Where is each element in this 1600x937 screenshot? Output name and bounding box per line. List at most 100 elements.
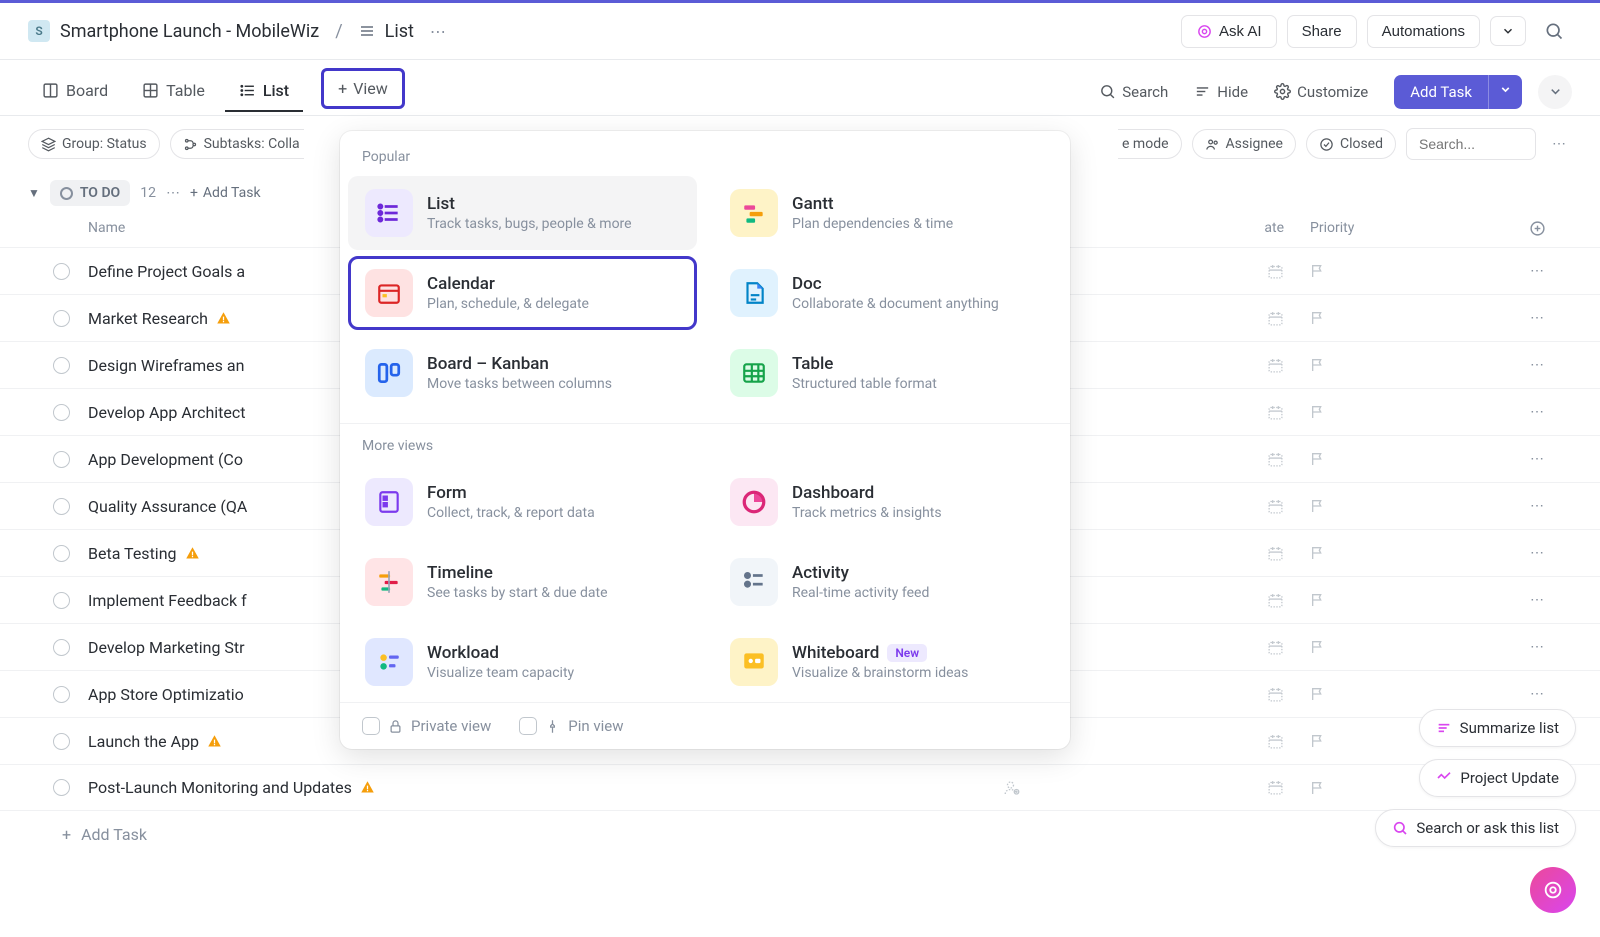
search-ask-button[interactable]: Search or ask this list [1375,809,1576,847]
task-priority-placeholder[interactable] [1302,310,1502,326]
global-search-button[interactable] [1536,13,1572,49]
task-status-circle[interactable] [53,404,70,421]
task-priority-placeholder[interactable] [1302,263,1502,279]
customize-action[interactable]: Customize [1264,77,1378,107]
view-option-activity[interactable]: Activity Real-time activity feed [713,545,1062,619]
task-date-placeholder[interactable] [1072,404,1302,421]
view-option-table[interactable]: Table Structured table format [713,336,1062,410]
task-assignee-placeholder[interactable] [952,779,1072,797]
view-option-list[interactable]: List Track tasks, bugs, people & more [348,176,697,250]
filter-closed[interactable]: Closed [1306,129,1396,159]
task-more-icon[interactable]: ⋯ [1502,263,1572,279]
task-more-icon[interactable]: ⋯ [1502,498,1572,514]
task-status-circle[interactable] [53,310,70,327]
task-name[interactable]: Post-Launch Monitoring and Updates [88,778,952,797]
add-task-dropdown[interactable] [1488,75,1522,109]
task-status-circle[interactable] [53,263,70,280]
breadcrumb-current-view[interactable]: List [385,21,414,42]
task-date-placeholder[interactable] [1072,357,1302,374]
automations-button[interactable]: Automations [1367,15,1480,48]
breadcrumb-more-icon[interactable]: ⋯ [424,18,452,45]
view-option-desc: Structured table format [792,376,937,392]
project-update-button[interactable]: Project Update [1419,759,1576,797]
breadcrumb-project[interactable]: Smartphone Launch - MobileWiz [60,21,319,42]
task-more-icon[interactable]: ⋯ [1502,357,1572,373]
view-option-workload[interactable]: Workload Visualize team capacity [348,625,697,699]
task-date-placeholder[interactable] [1072,310,1302,327]
task-date-placeholder[interactable] [1072,263,1302,280]
add-task-button[interactable]: Add Task [1394,75,1488,109]
task-status-circle[interactable] [53,733,70,750]
task-priority-placeholder[interactable] [1302,639,1502,655]
task-status-circle[interactable] [53,545,70,562]
view-tab-table[interactable]: Table [128,71,219,112]
collapse-caret-icon[interactable]: ▼ [28,186,40,200]
task-more-icon[interactable]: ⋯ [1502,404,1572,420]
status-more-icon[interactable]: ⋯ [166,185,180,201]
filter-more-icon[interactable]: ⋯ [1546,132,1572,156]
ai-assistant-orb[interactable] [1530,867,1576,913]
task-date-placeholder[interactable] [1072,733,1302,750]
task-more-icon[interactable]: ⋯ [1502,310,1572,326]
view-option-gantt[interactable]: Gantt Plan dependencies & time [713,176,1062,250]
task-date-placeholder[interactable] [1072,545,1302,562]
view-option-board-kanban[interactable]: Board – Kanban Move tasks between column… [348,336,697,410]
task-priority-placeholder[interactable] [1302,686,1502,702]
task-date-placeholder[interactable] [1072,686,1302,703]
summarize-list-button[interactable]: Summarize list [1419,709,1576,747]
view-option-timeline[interactable]: Timeline See tasks by start & due date [348,545,697,619]
view-tab-list[interactable]: List [225,71,303,112]
task-status-circle[interactable] [53,592,70,609]
filter-mode[interactable]: e mode [1118,129,1181,159]
automations-dropdown-button[interactable] [1490,16,1526,46]
pin-view-option[interactable]: Pin view [519,717,623,735]
collapse-panel-button[interactable] [1538,75,1572,109]
view-option-form[interactable]: Form Collect, track, & report data [348,465,697,539]
task-more-icon[interactable]: ⋯ [1502,451,1572,467]
task-status-circle[interactable] [53,686,70,703]
view-option-dashboard[interactable]: Dashboard Track metrics & insights [713,465,1062,539]
filter-subtasks[interactable]: Subtasks: Colla [170,129,304,159]
share-button[interactable]: Share [1287,15,1357,48]
search-action[interactable]: Search [1089,77,1178,107]
col-date[interactable]: ate [1072,220,1302,237]
ask-ai-button[interactable]: Ask AI [1181,15,1277,48]
add-view-button[interactable]: + View [321,68,405,109]
task-priority-placeholder[interactable] [1302,357,1502,373]
task-status-circle[interactable] [53,498,70,515]
private-view-option[interactable]: Private view [362,717,491,735]
task-more-icon[interactable]: ⋯ [1502,639,1572,655]
task-status-circle[interactable] [53,639,70,656]
view-option-whiteboard[interactable]: WhiteboardNew Visualize & brainstorm ide… [713,625,1062,699]
task-date-placeholder[interactable] [1072,639,1302,656]
status-badge[interactable]: TO DO [50,180,130,206]
filter-assignee[interactable]: Assignee [1192,129,1296,159]
view-option-doc[interactable]: Doc Collaborate & document anything [713,256,1062,330]
task-row[interactable]: Post-Launch Monitoring and Updates ⋯ [0,764,1600,811]
task-more-icon[interactable]: ⋯ [1502,592,1572,608]
task-date-placeholder[interactable] [1072,779,1302,796]
view-option-title: WhiteboardNew [792,643,968,663]
task-more-icon[interactable]: ⋯ [1502,545,1572,561]
col-priority[interactable]: Priority [1302,220,1502,237]
task-priority-placeholder[interactable] [1302,545,1502,561]
status-add-task[interactable]: + Add Task [190,185,261,201]
task-priority-placeholder[interactable] [1302,592,1502,608]
add-task-row[interactable]: + Add Task [0,811,1600,858]
hide-action[interactable]: Hide [1184,77,1258,107]
task-status-circle[interactable] [53,357,70,374]
task-status-circle[interactable] [53,451,70,468]
filter-search-input[interactable] [1406,128,1536,160]
view-tab-board[interactable]: Board [28,71,122,112]
view-option-calendar[interactable]: Calendar Plan, schedule, & delegate [348,256,697,330]
task-priority-placeholder[interactable] [1302,404,1502,420]
task-priority-placeholder[interactable] [1302,498,1502,514]
task-status-circle[interactable] [53,779,70,796]
task-date-placeholder[interactable] [1072,498,1302,515]
task-date-placeholder[interactable] [1072,592,1302,609]
task-priority-placeholder[interactable] [1302,451,1502,467]
task-date-placeholder[interactable] [1072,451,1302,468]
filter-group[interactable]: Group: Status [28,129,160,159]
add-column-button[interactable] [1502,220,1572,237]
task-more-icon[interactable]: ⋯ [1502,686,1572,702]
